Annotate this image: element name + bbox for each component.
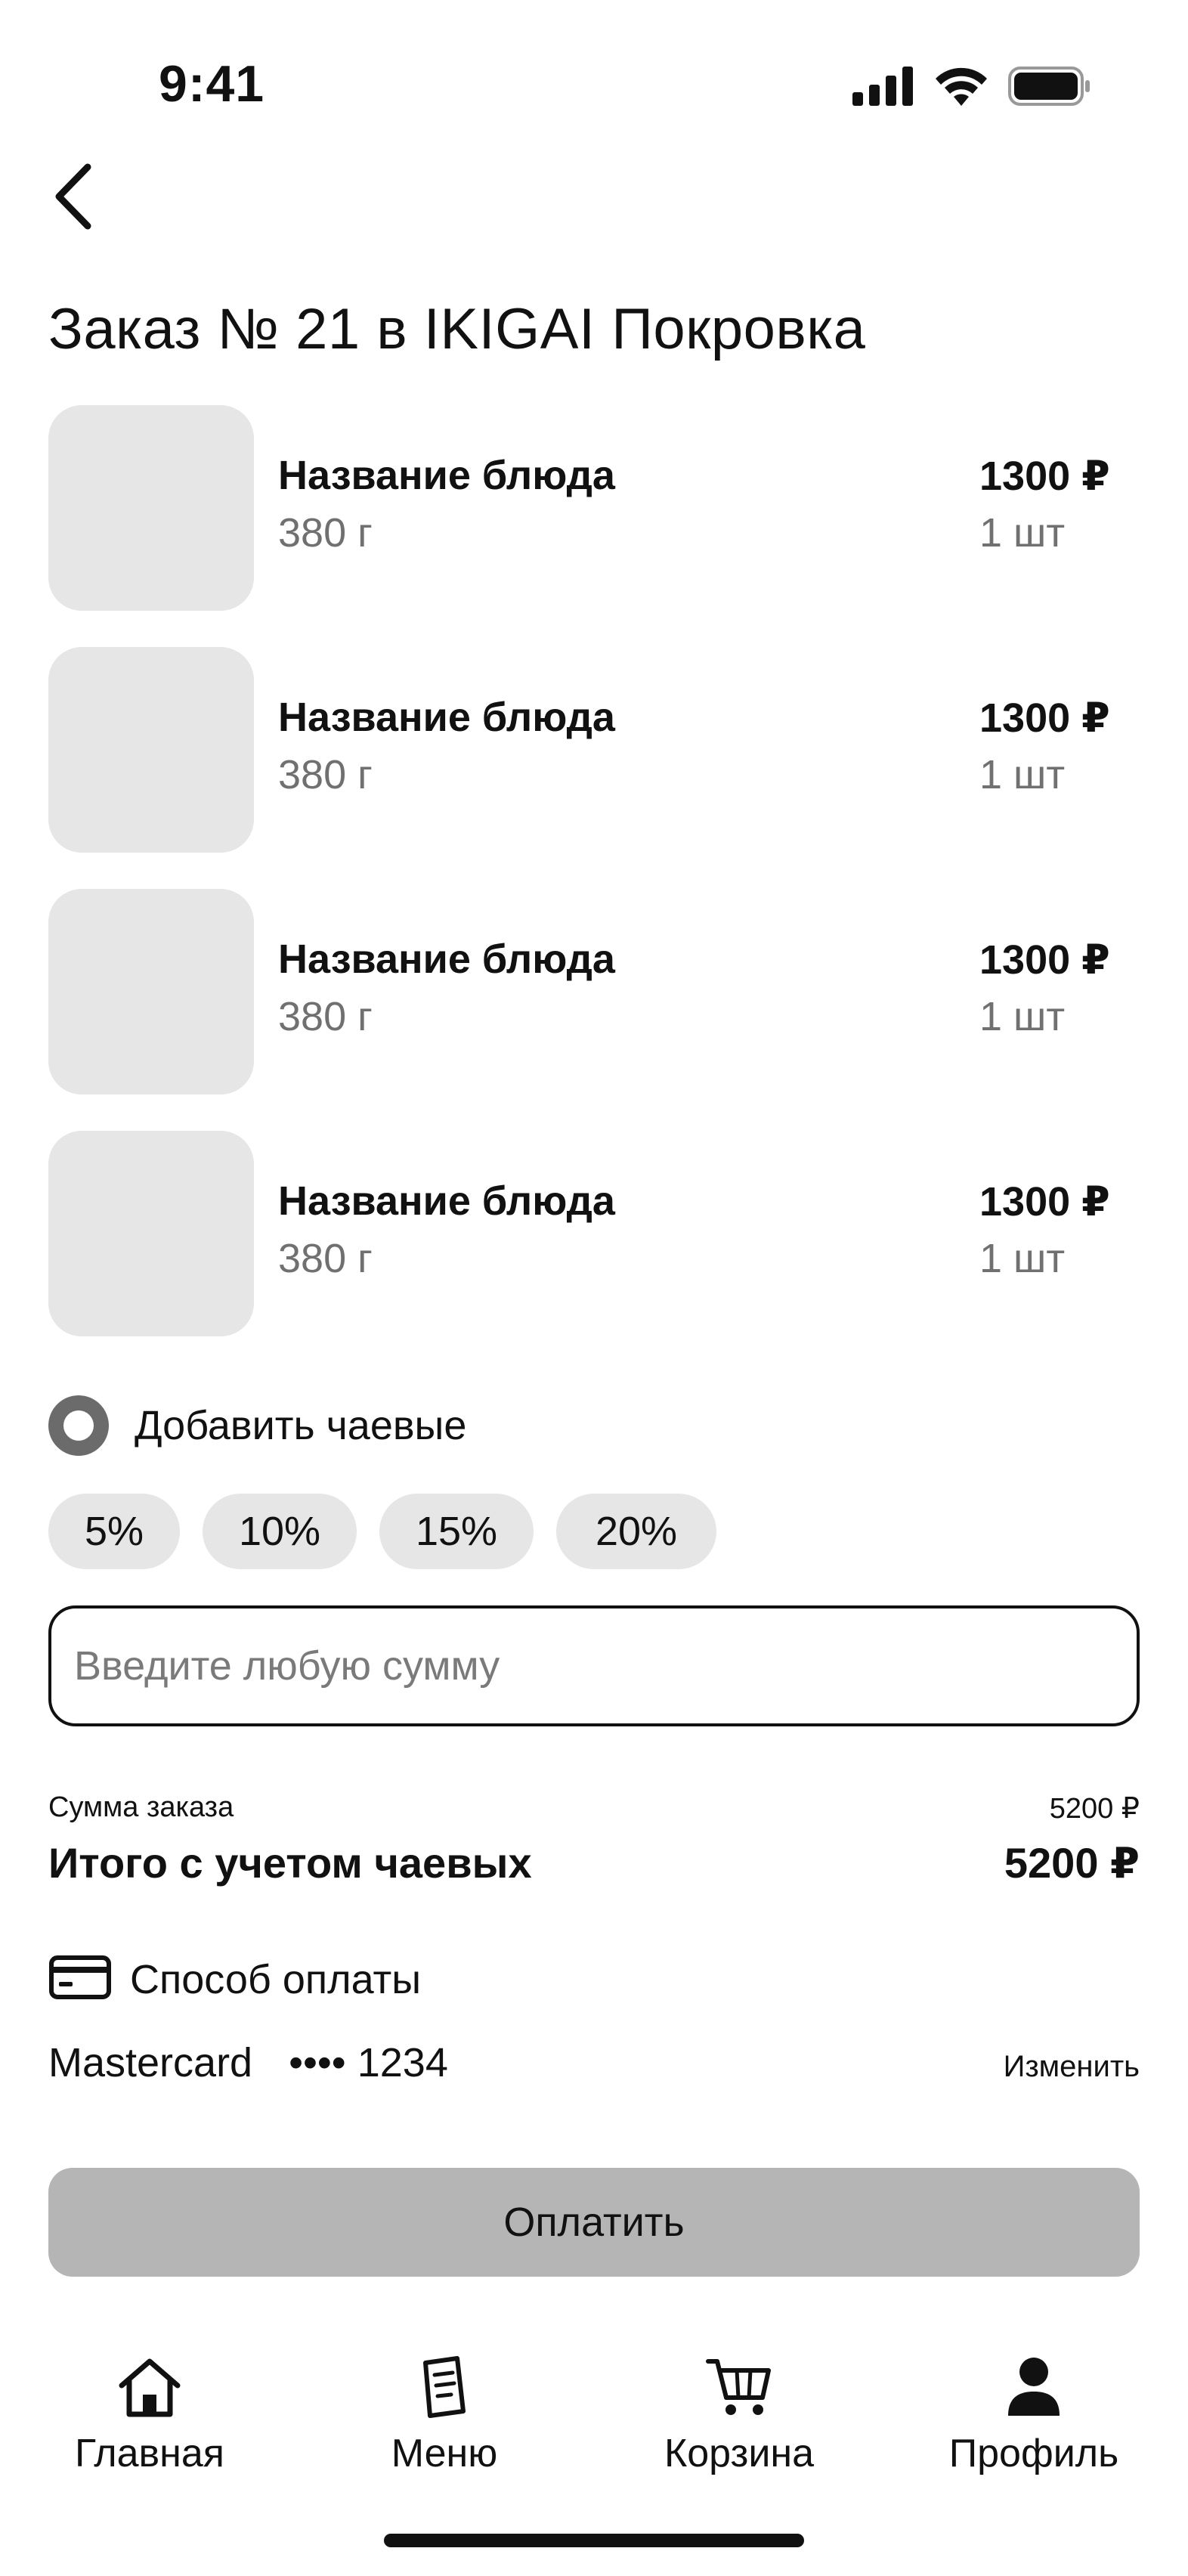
order-items-list: Название блюда 380 г 1300 ₽ 1 шт Названи… (48, 405, 1140, 1373)
card-brand: Mastercard (48, 2040, 253, 2085)
order-sum-value: 5200 ₽ (1049, 1793, 1140, 1825)
tip-chip-15[interactable]: 15% (379, 1494, 534, 1569)
dish-quantity: 1 шт (979, 752, 1066, 797)
tab-cart-label: Корзина (664, 2432, 815, 2475)
tab-bar: Главная Меню Корзина Профиль (0, 2349, 1188, 2500)
back-button[interactable] (44, 160, 104, 236)
card-number: •••• 1234 (289, 2040, 448, 2085)
dish-image-placeholder (48, 405, 254, 611)
pay-button[interactable]: Оплатить (48, 2168, 1140, 2277)
dish-image-placeholder (48, 647, 254, 853)
order-sum-label: Сумма заказа (48, 1791, 234, 1823)
battery-icon (1008, 67, 1091, 110)
tip-amount-input[interactable] (48, 1605, 1140, 1726)
dish-weight: 380 г (278, 752, 373, 797)
page-title: Заказ № 21 в IKIGAI Покровка (48, 297, 866, 361)
payment-method-header: Способ оплаты (48, 1953, 421, 2005)
order-item[interactable]: Название блюда 380 г 1300 ₽ 1 шт (48, 889, 1140, 1094)
saved-card: Mastercard •••• 1234 (48, 2039, 448, 2086)
signal-icon (852, 67, 914, 110)
dish-price: 1300 ₽ (979, 937, 1110, 983)
dish-image-placeholder (48, 1131, 254, 1336)
payment-method-label: Способ оплаты (130, 1956, 422, 2002)
dish-price: 1300 ₽ (979, 695, 1110, 741)
status-bar: 9:41 (0, 0, 1188, 151)
dish-price: 1300 ₽ (979, 454, 1110, 499)
order-screen: 9:41 Заказ № 21 в IKIGAI Покровка Назван… (0, 0, 1188, 2576)
profile-icon (1005, 2349, 1063, 2425)
tab-menu-label: Меню (391, 2432, 498, 2475)
tip-percent-options: 5% 10% 15% 20% (48, 1494, 716, 1569)
dish-price: 1300 ₽ (979, 1179, 1110, 1225)
dish-image-placeholder (48, 889, 254, 1094)
status-time: 9:41 (159, 55, 265, 113)
add-tip-label: Добавить чаевые (135, 1403, 467, 1448)
total-value: 5200 ₽ (1004, 1839, 1140, 1887)
dish-name: Название блюда (278, 937, 615, 982)
dish-quantity: 1 шт (979, 510, 1066, 556)
dish-name: Название блюда (278, 1178, 615, 1224)
dish-weight: 380 г (278, 994, 373, 1039)
order-item[interactable]: Название блюда 380 г 1300 ₽ 1 шт (48, 405, 1140, 611)
tip-chip-20[interactable]: 20% (556, 1494, 716, 1569)
tip-chip-10[interactable]: 10% (203, 1494, 357, 1569)
tip-chip-5[interactable]: 5% (48, 1494, 180, 1569)
dish-weight: 380 г (278, 1236, 373, 1281)
dish-quantity: 1 шт (979, 1236, 1066, 1281)
dish-quantity: 1 шт (979, 994, 1066, 1039)
tab-home[interactable]: Главная (36, 2349, 263, 2476)
tab-home-label: Главная (75, 2432, 224, 2475)
chevron-left-icon (51, 163, 97, 234)
add-tip-toggle[interactable]: Добавить чаевые (48, 1395, 466, 1456)
credit-card-icon (48, 1953, 112, 2005)
tab-menu[interactable]: Меню (331, 2349, 558, 2476)
home-icon (116, 2349, 184, 2425)
status-icons (852, 67, 1091, 110)
tab-profile-label: Профиль (948, 2432, 1119, 2475)
tip-radio-button[interactable] (48, 1395, 109, 1456)
dish-weight: 380 г (278, 510, 373, 556)
menu-book-icon (418, 2349, 471, 2425)
order-item[interactable]: Название блюда 380 г 1300 ₽ 1 шт (48, 1131, 1140, 1336)
dish-name: Название блюда (278, 695, 615, 740)
cart-icon (705, 2349, 773, 2425)
tab-cart[interactable]: Корзина (626, 2349, 852, 2476)
dish-name: Название блюда (278, 453, 615, 498)
change-card-link[interactable]: Изменить (1004, 2050, 1140, 2084)
home-indicator (384, 2534, 804, 2547)
tab-profile[interactable]: Профиль (920, 2349, 1147, 2476)
wifi-icon (934, 67, 988, 110)
order-item[interactable]: Название блюда 380 г 1300 ₽ 1 шт (48, 647, 1140, 853)
total-label: Итого с учетом чаевых (48, 1839, 532, 1887)
